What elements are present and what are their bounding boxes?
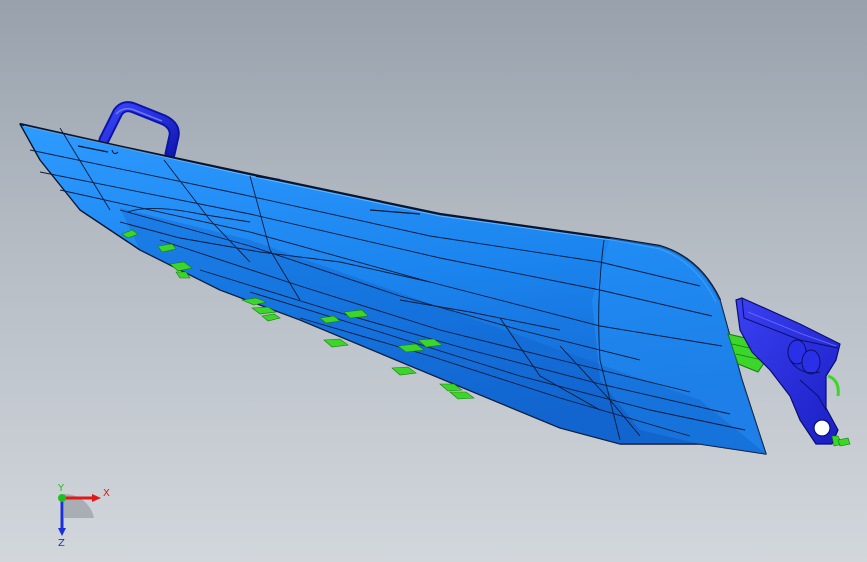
graphics-viewport[interactable]: X Y Z: [0, 0, 867, 562]
x-axis-head: [92, 494, 101, 502]
y-axis-dot: [58, 494, 66, 502]
hull-body[interactable]: [19, 122, 767, 455]
z-axis-head: [58, 528, 66, 536]
x-axis-label: X: [103, 488, 110, 499]
orientation-triad[interactable]: X Y Z: [40, 478, 120, 550]
model-scene[interactable]: [0, 0, 867, 562]
y-axis-label: Y: [57, 483, 65, 494]
z-axis-label: Z: [58, 538, 65, 549]
